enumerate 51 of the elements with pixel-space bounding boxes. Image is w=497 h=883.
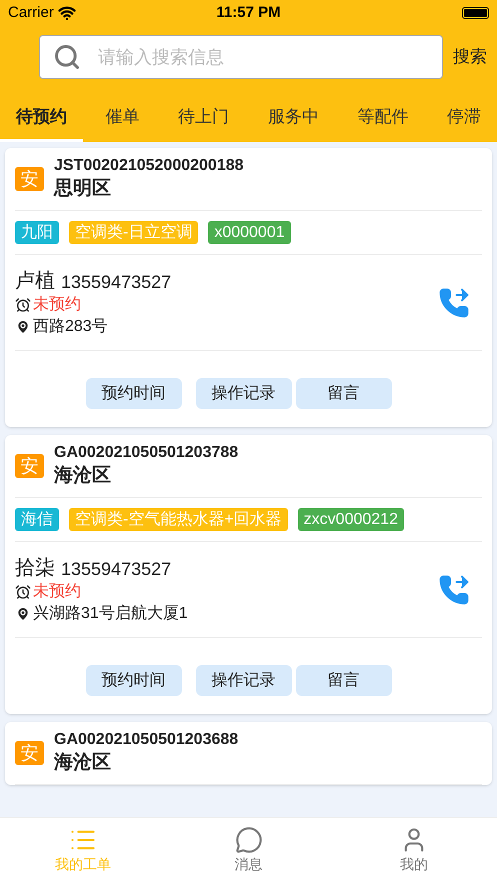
action-button[interactable]: 操作记录 (196, 665, 292, 696)
action-button[interactable]: 预约时间 (86, 378, 182, 409)
status-tab[interactable]: 停滞 (430, 95, 497, 142)
clock: 11:57 PM (216, 2, 281, 23)
search-button[interactable]: 搜索 (453, 44, 487, 70)
order-number: GA002021050501203688 (54, 730, 238, 750)
appointment-status: 未预约 (33, 582, 81, 602)
status-tab[interactable]: 待预约 (0, 95, 83, 142)
wifi-icon (58, 4, 76, 22)
search-icon (53, 43, 81, 71)
bottom-tab[interactable]: 消息 (166, 818, 332, 883)
alarm-clock-icon (15, 584, 31, 600)
alarm-clock-icon (15, 296, 31, 312)
status-tab[interactable]: 服务中 (252, 95, 335, 142)
appointment-status: 未预约 (33, 294, 81, 314)
customer-name: 拾柒 (15, 556, 55, 580)
district: 海沧区 (54, 751, 112, 775)
install-badge: 安 (15, 741, 44, 765)
tag: x0000001 (208, 221, 291, 244)
tag: zxcv0000212 (298, 508, 404, 531)
install-badge: 安 (15, 167, 44, 191)
bottom-tab[interactable]: 我的 (331, 818, 497, 883)
tag: 空调类-日立空调 (69, 221, 198, 244)
status-tab[interactable]: 催单 (90, 95, 156, 142)
action-button[interactable]: 操作记录 (196, 378, 292, 409)
customer-name: 卢植 (15, 268, 55, 294)
address: 兴湖路31号启航大厦1 (33, 604, 188, 624)
action-button[interactable]: 留言 (296, 378, 392, 409)
install-badge: 安 (15, 454, 44, 478)
call-button[interactable] (438, 574, 470, 606)
map-pin-icon (15, 318, 31, 334)
chat-icon (234, 826, 262, 854)
call-button[interactable] (438, 286, 470, 318)
action-button[interactable]: 留言 (296, 665, 392, 696)
district: 海沧区 (54, 464, 112, 488)
phone-number: 13559473527 (61, 270, 172, 294)
battery-icon (462, 7, 489, 19)
address: 西路283号 (33, 316, 108, 336)
order-number: JST002021052000200188 (54, 156, 244, 176)
status-tab[interactable]: 待上门 (162, 95, 246, 142)
status-tab[interactable]: 等配件 (341, 95, 424, 142)
district: 思明区 (54, 177, 112, 201)
action-button[interactable]: 预约时间 (86, 665, 182, 696)
order-number: GA002021050501203788 (54, 443, 238, 463)
tag: 空调类-空气能热水器+回水器 (69, 508, 288, 531)
carrier: Carrier (8, 2, 54, 23)
map-pin-icon (15, 606, 31, 622)
tag: 九阳 (15, 221, 59, 244)
search-field[interactable]: 请输入搜索信息 (39, 35, 443, 79)
tag: 海信 (15, 508, 59, 531)
phone-number: 13559473527 (61, 558, 172, 580)
